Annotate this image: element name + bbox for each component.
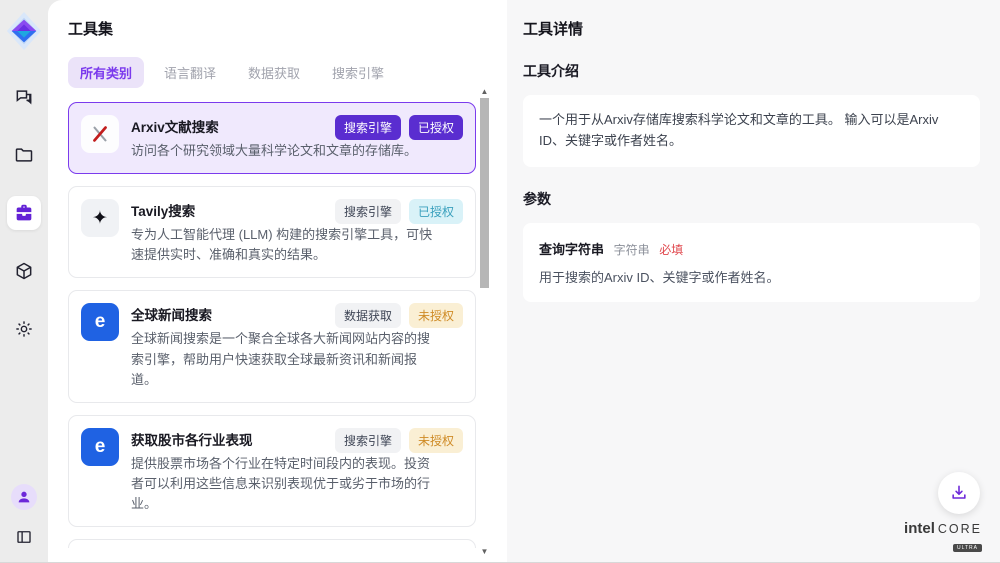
tab-0[interactable]: 所有类别 <box>68 57 144 88</box>
tool-card[interactable]: e 全球新闻搜索 全球新闻搜索是一个聚合全球各大新闻网站内容的搜索引擎，帮助用户… <box>68 290 476 402</box>
intel-core-word: CORE <box>938 522 982 536</box>
intro-heading: 工具介绍 <box>523 61 980 81</box>
blue-e-glyph: e <box>95 436 106 458</box>
toolset-title: 工具集 <box>68 18 507 39</box>
download-button[interactable] <box>938 472 980 514</box>
intel-word: intel <box>904 520 935 537</box>
category-badge: 搜索引擎 <box>335 428 401 453</box>
tab-1[interactable]: 语言翻译 <box>152 57 228 88</box>
scrollbar-thumb[interactable] <box>480 98 489 288</box>
tool-icon <box>81 115 119 153</box>
app-window: 工具集 所有类别语言翻译数据获取搜索引擎 Arxiv文献搜索 访问各个研究领域大… <box>0 0 1000 563</box>
chat-icon[interactable] <box>7 80 41 114</box>
tab-2[interactable]: 数据获取 <box>236 57 312 88</box>
param-description: 用于搜索的Arxiv ID、关键字或作者姓名。 <box>539 267 964 286</box>
tool-list: Arxiv文献搜索 访问各个研究领域大量科学论文和文章的存储库。 搜索引擎 已授… <box>68 102 476 548</box>
tool-card[interactable]: e 获取股市各行业表现 提供股票市场各个行业在特定时间段内的表现。投资者可以利用… <box>68 415 476 527</box>
tool-icon: e <box>81 303 119 341</box>
category-badge: 搜索引擎 <box>335 115 401 140</box>
tool-details-panel: 工具详情 工具介绍 一个用于从Arxiv存储库搜索科学论文和文章的工具。 输入可… <box>507 0 1000 562</box>
tool-description: 访问各个研究领域大量科学论文和文章的存储库。 <box>131 141 436 161</box>
details-title: 工具详情 <box>523 18 980 39</box>
scroll-up-icon[interactable]: ▲ <box>478 88 491 96</box>
auth-badge: 已授权 <box>409 199 463 224</box>
four-point-star-icon: ✦ <box>92 209 108 228</box>
list-scrollbar[interactable]: ▲ ▼ <box>478 88 491 556</box>
tool-card[interactable]: e 获取市场最活跃股票信息 提供当天交易量最高的股票列表，投资者可以利用这些信息… <box>68 539 476 548</box>
tool-icon: ✦ <box>81 199 119 237</box>
intro-text: 一个用于从Arxiv存储库搜索科学论文和文章的工具。 输入可以是Arxiv ID… <box>523 95 980 167</box>
param-required-label: 必填 <box>659 243 683 257</box>
category-badge: 搜索引擎 <box>335 199 401 224</box>
params-heading: 参数 <box>523 189 980 209</box>
param-box: 查询字符串 字符串 必填 用于搜索的Arxiv ID、关键字或作者姓名。 <box>523 223 980 302</box>
toolset-panel: 工具集 所有类别语言翻译数据获取搜索引擎 Arxiv文献搜索 访问各个研究领域大… <box>48 0 507 562</box>
tool-description: 专为人工智能代理 (LLM) 构建的搜索引擎工具，可快速提供实时、准确和真实的结… <box>131 225 436 265</box>
user-avatar-icon[interactable] <box>11 484 37 510</box>
icon-rail <box>0 0 48 562</box>
tool-card[interactable]: Arxiv文献搜索 访问各个研究领域大量科学论文和文章的存储库。 搜索引擎 已授… <box>68 102 476 174</box>
blue-e-glyph: e <box>95 311 106 333</box>
app-logo-icon <box>5 10 43 52</box>
gear-icon[interactable] <box>7 312 41 346</box>
tool-icon: e <box>81 428 119 466</box>
toolbox-icon-active[interactable] <box>7 196 41 230</box>
auth-badge: 未授权 <box>409 303 463 328</box>
category-badge: 数据获取 <box>335 303 401 328</box>
intel-ultra-badge: ULTRA <box>953 544 982 552</box>
param-type: 字符串 <box>614 243 650 257</box>
intel-core-logo: intel CORE ULTRA <box>904 520 982 552</box>
panel-toggle-icon[interactable] <box>11 524 37 550</box>
tool-card[interactable]: ✦ Tavily搜索 专为人工智能代理 (LLM) 构建的搜索引擎工具，可快速提… <box>68 186 476 278</box>
folder-icon[interactable] <box>7 138 41 172</box>
tab-3[interactable]: 搜索引擎 <box>320 57 396 88</box>
tool-description: 全球新闻搜索是一个聚合全球各大新闻网站内容的搜索引擎，帮助用户快速获取全球最新资… <box>131 329 436 389</box>
scroll-down-icon[interactable]: ▼ <box>478 548 491 556</box>
tool-description: 提供股票市场各个行业在特定时间段内的表现。投资者可以利用这些信息来识别表现优于或… <box>131 454 436 514</box>
param-name: 查询字符串 <box>539 242 604 257</box>
cube-icon[interactable] <box>7 254 41 288</box>
category-tabs: 所有类别语言翻译数据获取搜索引擎 <box>68 57 507 88</box>
auth-badge: 未授权 <box>409 428 463 453</box>
auth-badge: 已授权 <box>409 115 463 140</box>
